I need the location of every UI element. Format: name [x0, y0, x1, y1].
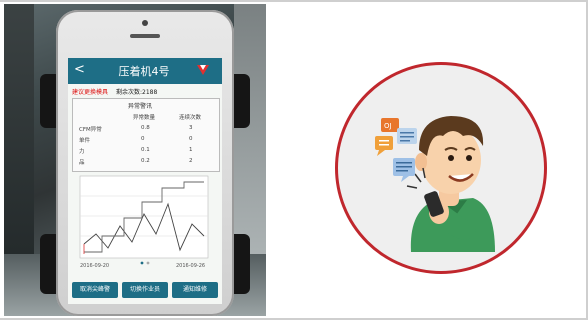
brand-logo-icon [197, 65, 209, 75]
smartphone: < 压着机4号 建议更换模具 剩余次数:2188 异常警讯 异常数量 连续次数 … [56, 10, 234, 316]
table-cell: 品 [79, 160, 85, 166]
table-row: 单件 0 0 [73, 135, 219, 145]
chart-date-start: 2016-09-20 [80, 263, 109, 269]
front-camera [142, 20, 148, 26]
table-cell: 1 [189, 147, 193, 153]
table-header: 连续次数 [179, 115, 202, 121]
notify-maintenance-button[interactable]: 通知维修 [172, 282, 218, 298]
cancel-alarm-button[interactable]: 取消尖峰警 [72, 282, 118, 298]
top-divider [0, 0, 588, 2]
table-cell: 2 [189, 158, 193, 164]
table-cell: 0.1 [141, 147, 150, 153]
remaining-count: 剩余次数:2188 [116, 89, 158, 96]
table-row: 品 0.2 2 [73, 157, 219, 167]
svg-text:OJ: OJ [384, 122, 392, 130]
back-button[interactable]: < [74, 62, 85, 77]
man-with-phone-illustration: OJ [375, 116, 495, 252]
app-title: 压着机4号 [118, 65, 170, 78]
app-header: < 压着机4号 [68, 58, 222, 84]
table-header-row: 异常数量 连续次数 [73, 112, 219, 122]
table-cell: 0.2 [141, 158, 150, 164]
screenshot-frame: < 压着机4号 建议更换模具 剩余次数:2188 异常警讯 异常数量 连续次数 … [0, 0, 588, 320]
page-dot-active [140, 261, 144, 265]
earpiece-speaker [130, 34, 160, 38]
table-title-row: 异常警讯 [73, 100, 219, 110]
alert-table: 异常警讯 异常数量 连续次数 CFM异常 0.8 3 单件 0 0 力 0.1 … [72, 98, 220, 172]
trend-chart: 2016-09-20 2016-09-26 [79, 175, 209, 269]
alert-message: 建议更换模具 [72, 89, 109, 96]
table-title: 异常警讯 [128, 103, 153, 110]
table-cell: 力 [79, 149, 85, 155]
table-cell: CFM异常 [79, 127, 102, 133]
phone-screen: < 压着机4号 建议更换模具 剩余次数:2188 异常警讯 异常数量 连续次数 … [68, 58, 222, 304]
table-cell: 3 [189, 125, 193, 131]
table-cell: 0 [141, 136, 145, 142]
table-header: 异常数量 [133, 115, 156, 121]
phone-photo: < 压着机4号 建议更换模具 剩余次数:2188 异常警讯 异常数量 连续次数 … [4, 4, 266, 316]
chart-date-end: 2016-09-26 [176, 263, 205, 269]
table-cell: 0.8 [141, 125, 150, 131]
table-cell: 0 [189, 136, 193, 142]
table-cell: 单件 [79, 138, 91, 144]
switch-operator-button[interactable]: 切换作业员 [122, 282, 168, 298]
chat-bubbles-icon: OJ [375, 118, 417, 182]
table-row: 力 0.1 1 [73, 146, 219, 156]
page-dot [146, 261, 150, 265]
table-row: CFM异常 0.8 3 [73, 124, 219, 134]
